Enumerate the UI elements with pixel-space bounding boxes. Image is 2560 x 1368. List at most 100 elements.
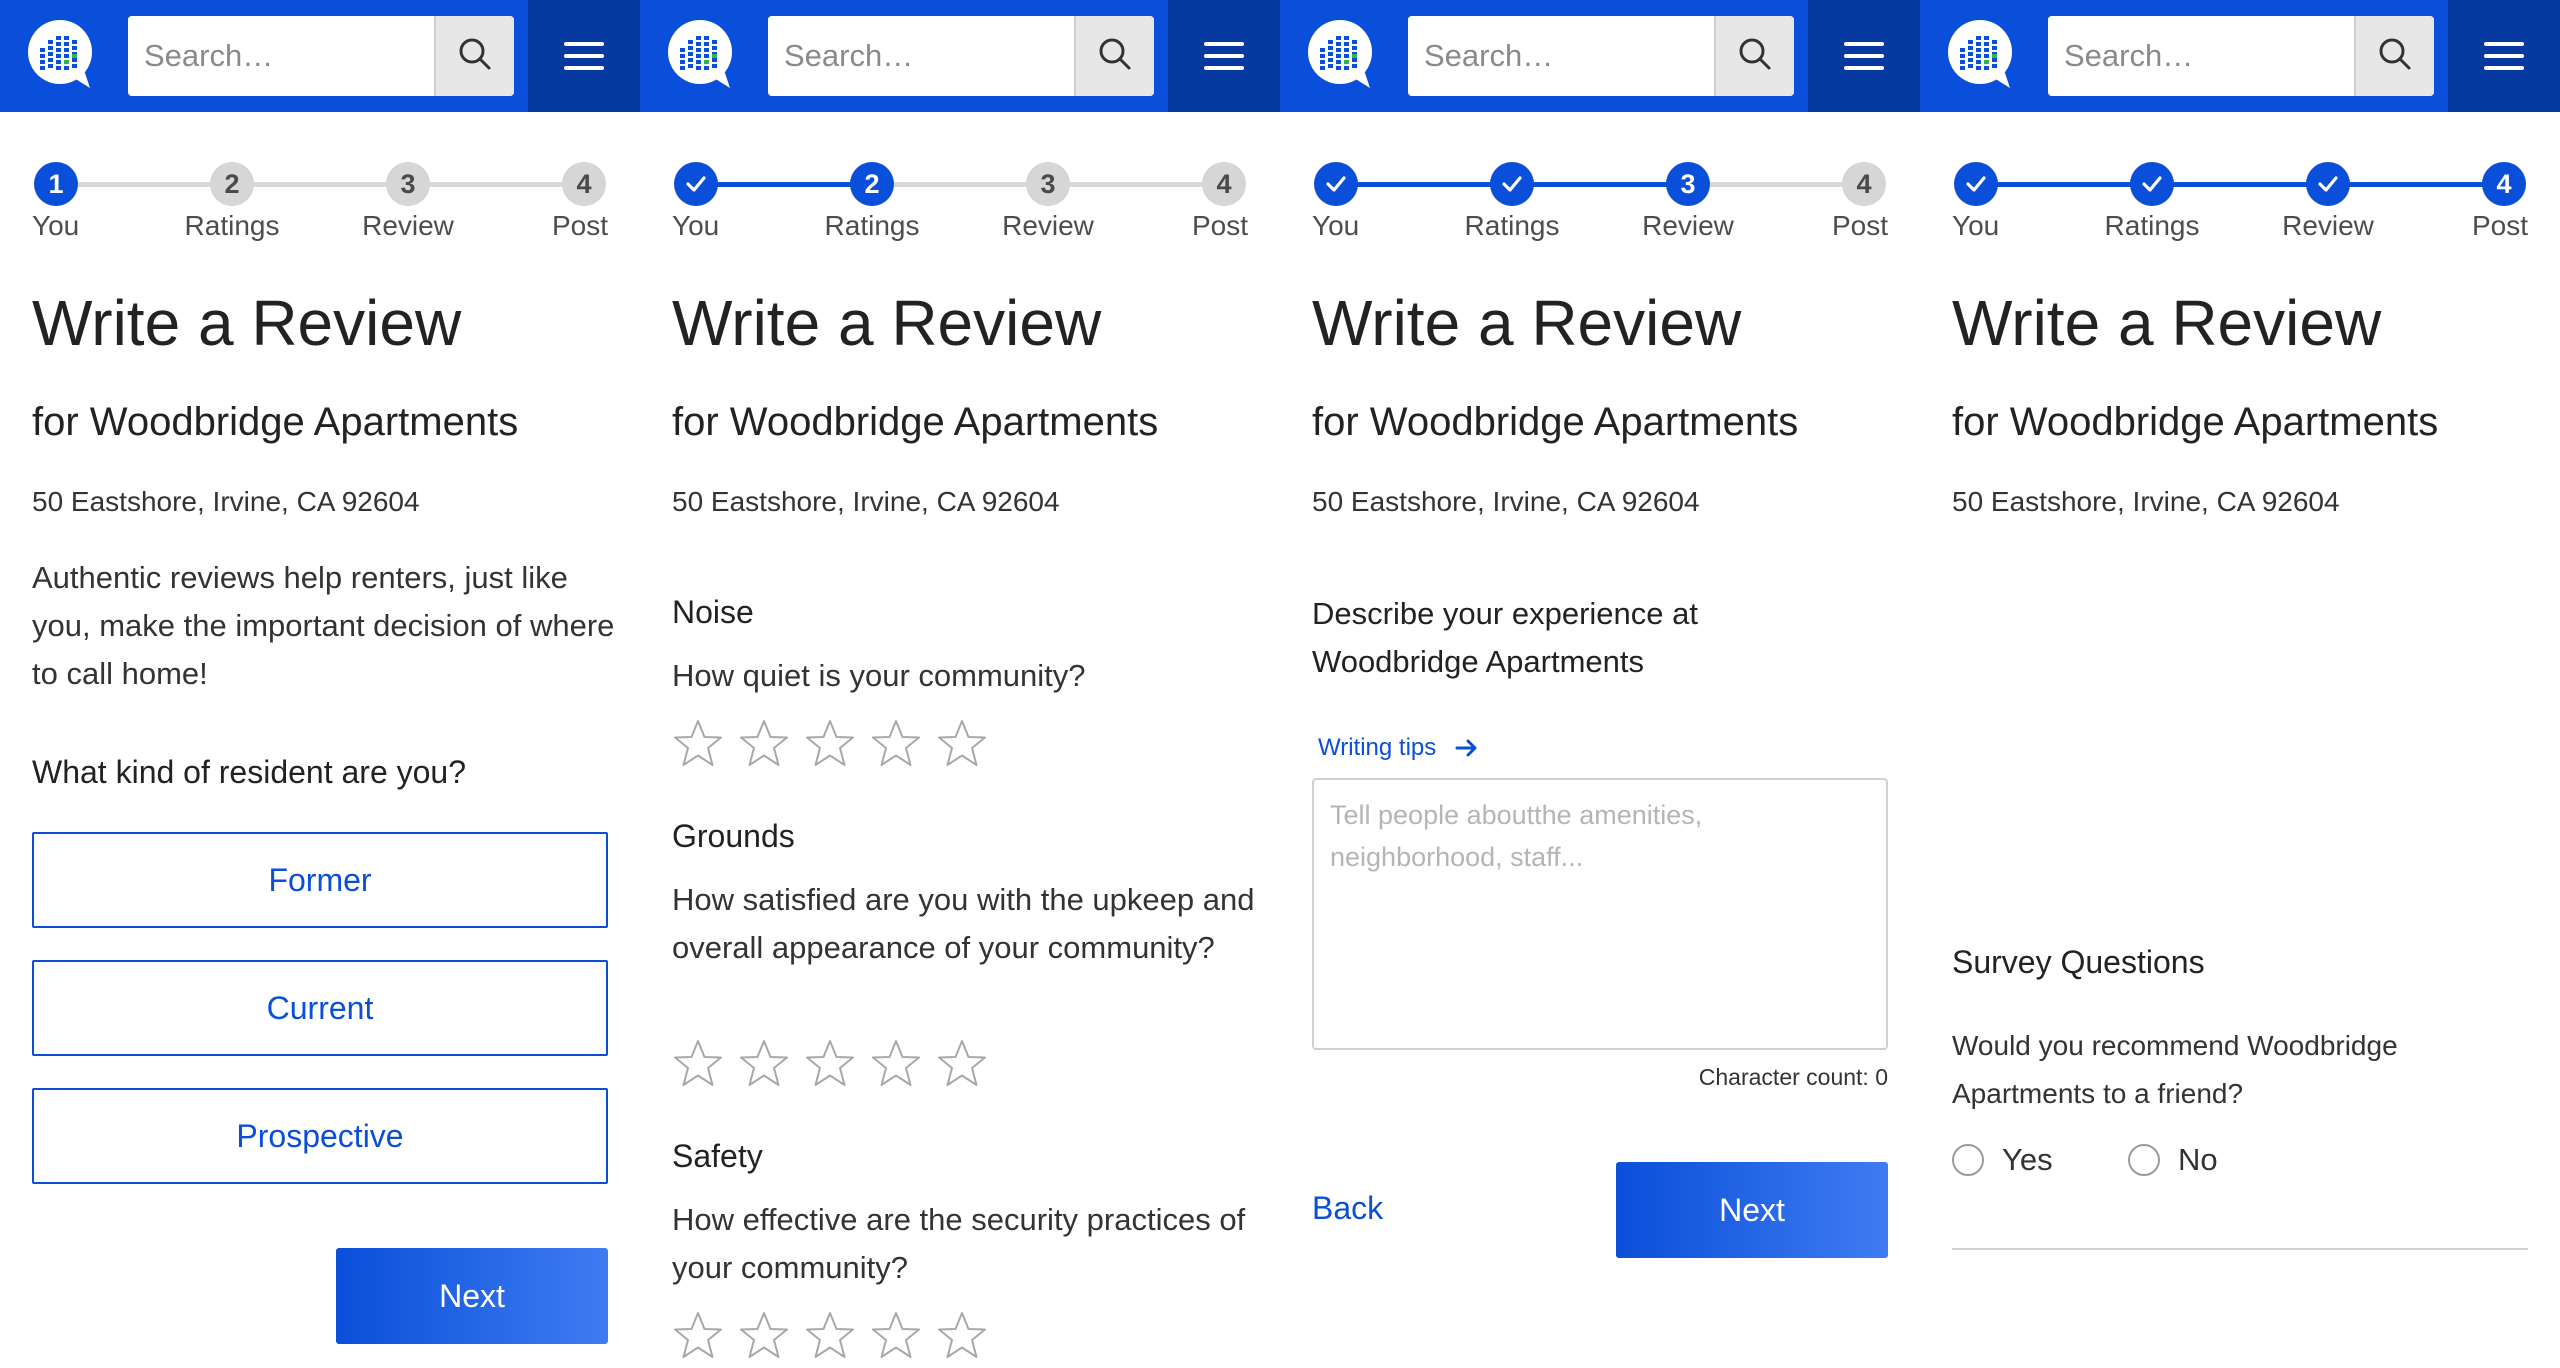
panel-step-ratings: You 2 Ratings 3 Review 4 Post Write a Review f… [640, 0, 1280, 1368]
stepper-track [408, 182, 584, 187]
step-you-label: You [672, 210, 720, 241]
search-input[interactable] [2048, 16, 2354, 96]
page-title: Write a Review [1312, 287, 1742, 359]
step-post-label: Post [2471, 210, 2528, 241]
resident-current-button[interactable]: Current [32, 960, 608, 1056]
star-icon[interactable] [672, 718, 724, 770]
rating-grounds-label: Grounds [672, 818, 795, 854]
section-divider [1952, 1248, 2528, 1250]
radio-no[interactable] [2128, 1144, 2160, 1176]
top-bar [1280, 0, 1920, 112]
radio-yes-label: Yes [2002, 1142, 2053, 1177]
property-address: 50 Eastshore, Irvine, CA 92604 [1952, 486, 2340, 517]
step-you-indicator [674, 162, 718, 206]
stepper-track [1976, 182, 2152, 187]
step-review-label: Review [2282, 210, 2374, 241]
menu-button[interactable] [528, 0, 640, 112]
writing-tips-link[interactable]: Writing tips [1318, 734, 1480, 762]
menu-button[interactable] [2448, 0, 2560, 112]
recommend-no-option[interactable]: No [2128, 1142, 2218, 1178]
review-textarea[interactable] [1312, 778, 1888, 1050]
star-icon[interactable] [738, 1310, 790, 1362]
step-post-indicator: 4 [562, 162, 606, 206]
step-post-indicator: 4 [1202, 162, 1246, 206]
search-input[interactable] [1408, 16, 1714, 96]
step-review-indicator: 3 [386, 162, 430, 206]
star-icon[interactable] [738, 1038, 790, 1090]
step-ratings-indicator: 2 [210, 162, 254, 206]
rating-safety-question: How effective are the security practices… [672, 1202, 1246, 1285]
building-globe-logo-icon[interactable] [1306, 18, 1386, 90]
step-you-indicator [1954, 162, 1998, 206]
step-ratings-label: Ratings [184, 210, 280, 241]
stepper-track [696, 182, 872, 187]
stepper-track [1048, 182, 1224, 187]
top-bar [1920, 0, 2560, 112]
building-globe-logo-icon[interactable] [1946, 18, 2026, 90]
step-ratings-label: Ratings [1464, 210, 1560, 241]
star-icon[interactable] [870, 1310, 922, 1362]
rating-noise-question: How quiet is your community? [672, 658, 1086, 693]
magnifier-icon [1095, 34, 1135, 79]
intro-text: Authentic reviews help renters, just lik… [32, 560, 615, 691]
survey-question: Would you recommend Woodbridge Apartment… [1952, 1030, 2398, 1109]
stepper-track [1688, 182, 1864, 187]
describe-prompt: Describe your experience at Woodbridge A… [1312, 596, 1698, 679]
building-globe-logo-icon[interactable] [666, 18, 746, 90]
search-button[interactable] [434, 16, 514, 96]
search-button[interactable] [1714, 16, 1794, 96]
star-icon[interactable] [804, 718, 856, 770]
rating-grounds-question: How satisfied are you with the upkeep an… [672, 882, 1255, 965]
step-review-indicator [2306, 162, 2350, 206]
stepper-track [872, 182, 1048, 187]
checkmark-icon [686, 176, 706, 192]
star-icon[interactable] [870, 1038, 922, 1090]
step-you-label: You [1312, 210, 1360, 241]
search-input[interactable] [768, 16, 1074, 96]
storyboard: 1 You 2 Ratings 3 Review 4 Post Write a Review … [0, 0, 2560, 1368]
next-button[interactable]: Next [1616, 1162, 1888, 1258]
step-review-label: Review [1642, 210, 1734, 241]
search-input[interactable] [128, 16, 434, 96]
magnifier-icon [2375, 34, 2415, 79]
arrow-right-icon [1455, 739, 1477, 757]
star-icon[interactable] [870, 718, 922, 770]
next-button[interactable]: Next [336, 1248, 608, 1344]
rating-noise-stars [672, 718, 988, 770]
back-link[interactable]: Back [1312, 1190, 1383, 1227]
property-address: 50 Eastshore, Irvine, CA 92604 [32, 486, 420, 517]
hamburger-icon [564, 42, 604, 70]
property-subtitle: for Woodbridge Apartments [1312, 400, 1799, 444]
star-icon[interactable] [672, 1310, 724, 1362]
star-icon[interactable] [936, 718, 988, 770]
magnifier-icon [455, 34, 495, 79]
star-icon[interactable] [672, 1038, 724, 1090]
radio-yes[interactable] [1952, 1144, 1984, 1176]
property-subtitle: for Woodbridge Apartments [32, 400, 519, 444]
step-you-label: You [1952, 210, 2000, 241]
star-icon[interactable] [738, 718, 790, 770]
search-button[interactable] [1074, 16, 1154, 96]
menu-button[interactable] [1808, 0, 1920, 112]
stepper-track [1336, 182, 1512, 187]
survey-title: Survey Questions [1952, 944, 2205, 980]
resident-prospective-button[interactable]: Prospective [32, 1088, 608, 1184]
checkmark-icon [1502, 176, 1522, 192]
step-ratings-label: Ratings [2104, 210, 2200, 241]
character-count: Character count: 0 [1698, 1064, 1888, 1090]
building-globe-logo-icon[interactable] [26, 18, 106, 90]
panel-step-review: You Ratings 3 Review 4 Post Write a Review fo… [1280, 0, 1920, 1368]
resident-former-button[interactable]: Former [32, 832, 608, 928]
step-post-label: Post [551, 210, 608, 241]
recommend-yes-option[interactable]: Yes [1952, 1142, 2053, 1178]
menu-button[interactable] [1168, 0, 1280, 112]
star-icon[interactable] [936, 1038, 988, 1090]
hamburger-icon [1844, 42, 1884, 70]
search-box [2048, 16, 2434, 96]
star-icon[interactable] [804, 1310, 856, 1362]
writing-tips-label: Writing tips [1318, 734, 1437, 761]
search-button[interactable] [2354, 16, 2434, 96]
star-icon[interactable] [804, 1038, 856, 1090]
star-icon[interactable] [936, 1310, 988, 1362]
rating-grounds-stars [672, 1038, 988, 1090]
